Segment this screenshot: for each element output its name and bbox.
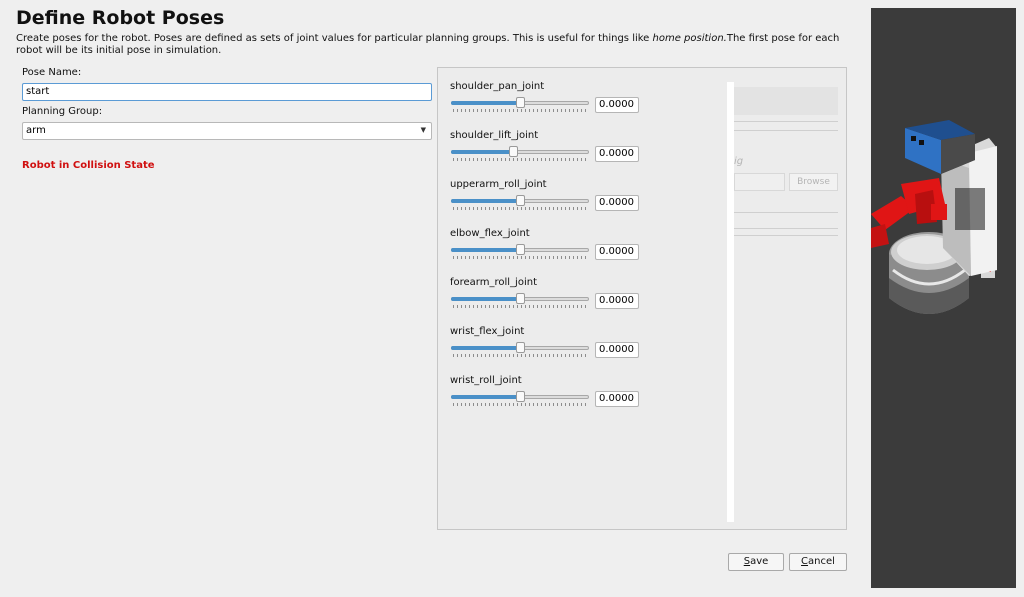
joint-name-label: shoulder_lift_joint	[450, 130, 539, 141]
slider-ticks	[453, 109, 587, 112]
joint-value-input[interactable]: 0.0000	[595, 244, 639, 260]
joint-slider[interactable]	[451, 146, 589, 161]
collision-status: Robot in Collision State	[22, 160, 155, 171]
joint-name-label: forearm_roll_joint	[450, 277, 537, 288]
slider-fill	[451, 346, 520, 350]
slider-handle[interactable]	[516, 342, 525, 353]
slider-handle[interactable]	[509, 146, 518, 157]
joint-name-label: shoulder_pan_joint	[450, 81, 545, 92]
planning-group-value: arm	[26, 125, 46, 136]
joint-slider[interactable]	[451, 195, 589, 210]
joint-value-input[interactable]: 0.0000	[595, 391, 639, 407]
background-dialog-divider	[734, 121, 838, 122]
planning-group-label: Planning Group:	[22, 106, 103, 117]
pose-name-input[interactable]: start	[22, 83, 432, 101]
joint-name-label: upperarm_roll_joint	[450, 179, 547, 190]
joint-value-input[interactable]: 0.0000	[595, 195, 639, 211]
slider-handle[interactable]	[516, 391, 525, 402]
joint-value-input[interactable]: 0.0000	[595, 97, 639, 113]
description-text: Create poses for the robot. Poses are de…	[16, 33, 653, 44]
background-dialog-divider	[734, 130, 838, 131]
joint-value-input[interactable]: 0.0000	[595, 146, 639, 162]
joint-slider[interactable]	[451, 293, 589, 308]
joint-row: upperarm_roll_joint 0.0000	[450, 179, 650, 219]
panel-scroll-divider	[727, 82, 734, 522]
joint-value-input[interactable]: 0.0000	[595, 342, 639, 358]
cancel-button[interactable]: Cancel	[789, 553, 847, 571]
slider-ticks	[453, 256, 587, 259]
chevron-down-icon: ▼	[420, 126, 426, 134]
joint-name-label: wrist_roll_joint	[450, 375, 522, 386]
joint-name-label: elbow_flex_joint	[450, 228, 530, 239]
slider-ticks	[453, 403, 587, 406]
cancel-label: ancel	[808, 556, 835, 567]
background-browse-button: Browse	[789, 173, 838, 191]
slider-ticks	[453, 354, 587, 357]
planning-group-select[interactable]: arm ▼	[22, 122, 432, 140]
joint-row: wrist_flex_joint 0.0000	[450, 326, 650, 366]
joint-row: shoulder_pan_joint 0.0000	[450, 81, 650, 121]
page-title: Define Robot Poses	[16, 7, 225, 29]
slider-ticks	[453, 305, 587, 308]
slider-ticks	[453, 158, 587, 161]
joint-row: shoulder_lift_joint 0.0000	[450, 130, 650, 170]
background-dialog-divider	[734, 212, 838, 213]
joint-row: forearm_roll_joint 0.0000	[450, 277, 650, 317]
slider-handle[interactable]	[516, 195, 525, 206]
background-dialog-input	[734, 173, 785, 191]
joint-name-label: wrist_flex_joint	[450, 326, 525, 337]
joint-value-input[interactable]: 0.0000	[595, 293, 639, 309]
background-dialog-divider	[734, 235, 838, 236]
description-emphasis: home position.	[652, 33, 727, 44]
slider-handle[interactable]	[516, 97, 525, 108]
joint-slider[interactable]	[451, 97, 589, 112]
robot-3d-viewport[interactable]	[871, 8, 1016, 588]
background-dialog-divider	[734, 228, 838, 229]
cancel-mnemonic: C	[801, 556, 809, 567]
joint-slider[interactable]	[451, 391, 589, 406]
slider-fill	[451, 150, 513, 154]
slider-fill	[451, 101, 520, 105]
joint-list: shoulder_pan_joint 0.0000 shoulder_lift_jo…	[438, 68, 728, 529]
slider-handle[interactable]	[516, 244, 525, 255]
robot-model-icon	[871, 120, 997, 314]
save-label: ave	[750, 556, 769, 567]
joint-row: wrist_roll_joint 0.0000	[450, 375, 650, 415]
joint-slider[interactable]	[451, 342, 589, 357]
slider-ticks	[453, 207, 587, 210]
pose-name-label: Pose Name:	[22, 67, 82, 78]
slider-fill	[451, 297, 520, 301]
joint-row: elbow_flex_joint 0.0000	[450, 228, 650, 268]
joint-panel: shoulder_pan_joint 0.0000 shoulder_lift_jo…	[437, 67, 847, 530]
slider-fill	[451, 395, 520, 399]
page-description: Create poses for the robot. Poses are de…	[16, 33, 856, 56]
slider-fill	[451, 199, 520, 203]
slider-fill	[451, 248, 520, 252]
background-dialog-header	[734, 87, 838, 115]
background-dialog-text: ig	[734, 156, 744, 167]
slider-handle[interactable]	[516, 293, 525, 304]
joint-slider[interactable]	[451, 244, 589, 259]
save-button[interactable]: Save	[728, 553, 784, 571]
